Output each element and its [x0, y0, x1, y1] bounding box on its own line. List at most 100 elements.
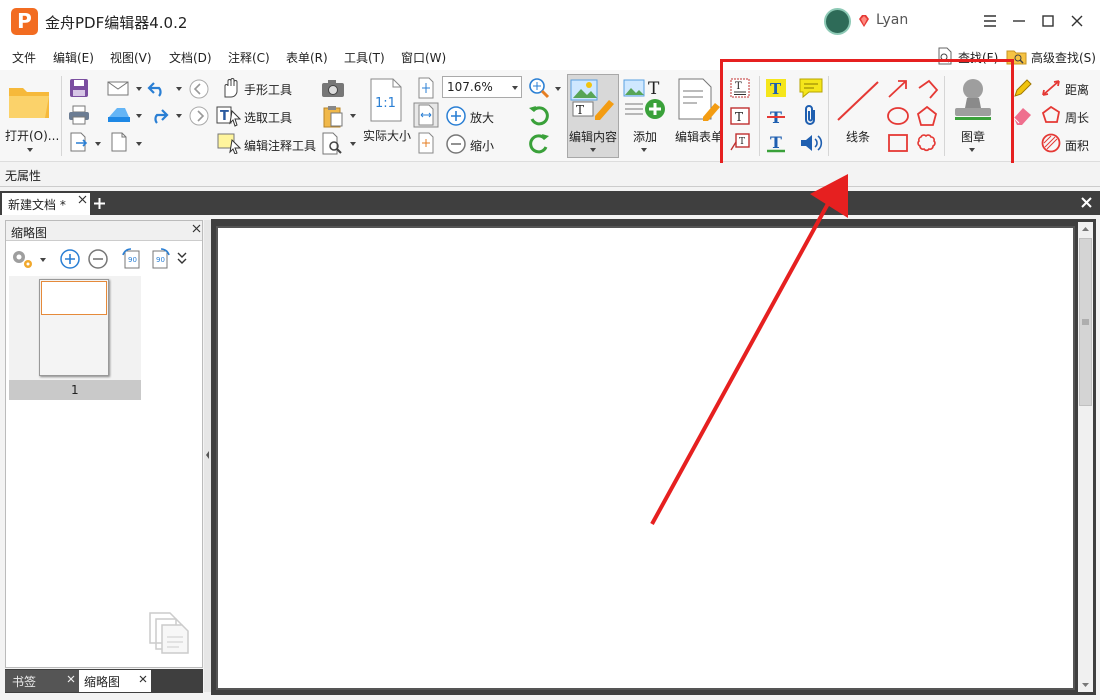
select-tool-button[interactable]: 选取工具 — [244, 109, 292, 126]
hand-tool-button[interactable]: 手形工具 — [244, 81, 292, 98]
hand-tool-icon[interactable] — [219, 77, 241, 99]
scroll-grip-icon — [1082, 319, 1089, 325]
eraser-icon[interactable] — [1011, 104, 1033, 126]
collapse-panel-icon[interactable] — [205, 450, 210, 460]
zoom-out-button[interactable]: 缩小 — [470, 137, 494, 154]
menu-form[interactable]: 表单(R) — [286, 49, 328, 66]
svg-text:90: 90 — [156, 256, 165, 264]
actual-size-button[interactable]: 实际大小 — [363, 127, 411, 144]
perimeter-icon[interactable] — [1040, 105, 1062, 125]
new-document-icon[interactable] — [108, 132, 130, 152]
zoom-in-button[interactable]: 放大 — [470, 109, 494, 126]
svg-text:1:1: 1:1 — [375, 96, 396, 111]
close-icon[interactable] — [1064, 8, 1090, 34]
clipboard-icon[interactable] — [322, 104, 344, 128]
tab-thumbnails-label[interactable]: 缩略图 — [84, 673, 120, 690]
snapshot-camera-icon[interactable] — [320, 78, 346, 98]
edit-form-icon[interactable] — [677, 77, 721, 123]
rotate-right-icon[interactable] — [528, 133, 550, 155]
advanced-find-button[interactable]: 高级查找(S) — [1031, 49, 1096, 66]
menu-edit[interactable]: 编辑(E) — [53, 49, 94, 66]
options-dropdown-caret[interactable] — [40, 258, 46, 262]
edit-content-dropdown-caret[interactable] — [590, 148, 596, 152]
email-icon[interactable] — [106, 78, 130, 98]
add-button[interactable]: 添加 — [633, 128, 657, 145]
export-dropdown-caret[interactable] — [95, 142, 101, 146]
select-tool-icon[interactable]: T — [216, 105, 242, 127]
menu-document[interactable]: 文档(D) — [169, 49, 212, 66]
scan-icon[interactable] — [106, 105, 132, 125]
save-icon[interactable] — [68, 78, 90, 98]
avatar[interactable] — [824, 8, 851, 35]
email-dropdown-caret[interactable] — [136, 87, 142, 91]
menu-view[interactable]: 视图(V) — [110, 49, 152, 66]
add-content-icon[interactable]: T — [622, 76, 668, 122]
open-folder-icon[interactable] — [7, 80, 53, 122]
menu-file[interactable]: 文件 — [12, 49, 36, 66]
undo-dropdown-caret[interactable] — [176, 87, 182, 91]
zoom-in-icon[interactable] — [445, 105, 467, 127]
area-icon[interactable] — [1040, 132, 1062, 154]
page-thumbnail-view-area[interactable] — [41, 281, 107, 315]
scroll-down-icon[interactable] — [1080, 680, 1091, 690]
thumb-zoom-in-icon[interactable] — [59, 248, 81, 270]
fit-page-icon[interactable] — [416, 77, 436, 99]
previous-view-icon[interactable] — [188, 78, 210, 100]
redo-icon[interactable] — [146, 105, 170, 125]
rotate-left-icon[interactable] — [528, 105, 550, 127]
redo-dropdown-caret[interactable] — [176, 114, 182, 118]
rotate-page-left-icon[interactable]: 90 — [120, 247, 144, 271]
fit-width-icon[interactable] — [413, 102, 439, 128]
options-gear-icon[interactable] — [10, 248, 36, 270]
actual-size-icon[interactable]: 1:1 — [368, 77, 404, 123]
open-dropdown-caret[interactable] — [27, 148, 33, 152]
minimize-icon[interactable] — [1006, 8, 1032, 34]
distance-icon[interactable] — [1040, 78, 1062, 98]
properties-bar — [0, 163, 1100, 187]
menu-annotation[interactable]: 注释(C) — [228, 49, 270, 66]
panel-close-icon[interactable] — [192, 224, 201, 233]
zoom-dropdown-caret[interactable] — [512, 86, 518, 90]
edit-content-icon[interactable]: T — [569, 76, 617, 122]
user-name[interactable]: Lyan — [876, 12, 908, 28]
edit-annotation-tool-button[interactable]: 编辑注释工具 — [244, 137, 316, 154]
hamburger-menu-icon[interactable] — [977, 8, 1003, 34]
document-tab-label[interactable]: 新建文档 * — [8, 196, 66, 213]
rotate-page-right-icon[interactable]: 90 — [148, 247, 172, 271]
scan-dropdown-caret[interactable] — [136, 114, 142, 118]
export-icon[interactable] — [68, 132, 90, 152]
scroll-up-icon[interactable] — [1080, 224, 1091, 234]
open-button[interactable]: 打开(O)... — [5, 127, 59, 144]
print-icon[interactable] — [68, 105, 90, 125]
new-dropdown-caret[interactable] — [136, 142, 142, 146]
menu-window[interactable]: 窗口(W) — [401, 49, 446, 66]
find-text-dropdown-caret[interactable] — [350, 142, 356, 146]
find-text-icon[interactable] — [320, 132, 346, 156]
tab-bookmarks-label[interactable]: 书签 — [12, 673, 36, 690]
edit-annotation-tool-icon[interactable] — [216, 132, 242, 154]
fit-visible-icon[interactable] — [416, 132, 436, 154]
thumb-zoom-out-icon[interactable] — [87, 248, 109, 270]
undo-icon[interactable] — [146, 78, 170, 98]
zoom-out-icon[interactable] — [445, 133, 467, 155]
clipboard-dropdown-caret[interactable] — [350, 114, 356, 118]
close-all-tabs-icon[interactable] — [1080, 196, 1093, 209]
tab-bookmarks-close-icon[interactable] — [67, 675, 75, 683]
tab-thumbnails-close-icon[interactable] — [139, 675, 147, 683]
maximize-icon[interactable] — [1035, 8, 1061, 34]
edit-form-button[interactable]: 编辑表单 — [675, 128, 723, 145]
edit-content-button[interactable]: 编辑内容 — [569, 128, 617, 145]
perimeter-button[interactable]: 周长 — [1065, 109, 1089, 126]
pencil-icon[interactable] — [1012, 77, 1032, 99]
magnifier-dropdown-caret[interactable] — [555, 87, 561, 91]
tab-close-icon[interactable] — [78, 195, 87, 204]
area-button[interactable]: 面积 — [1065, 137, 1089, 154]
magnifier-icon[interactable] — [527, 76, 551, 100]
next-view-icon[interactable] — [188, 105, 210, 127]
distance-button[interactable]: 距离 — [1065, 81, 1089, 98]
thumbnail-panel-title: 缩略图 — [11, 226, 48, 240]
add-dropdown-caret[interactable] — [641, 148, 647, 152]
menu-tools[interactable]: 工具(T) — [344, 49, 385, 66]
new-tab-plus-icon[interactable] — [93, 197, 106, 210]
more-options-chevron-icon[interactable] — [176, 250, 188, 266]
